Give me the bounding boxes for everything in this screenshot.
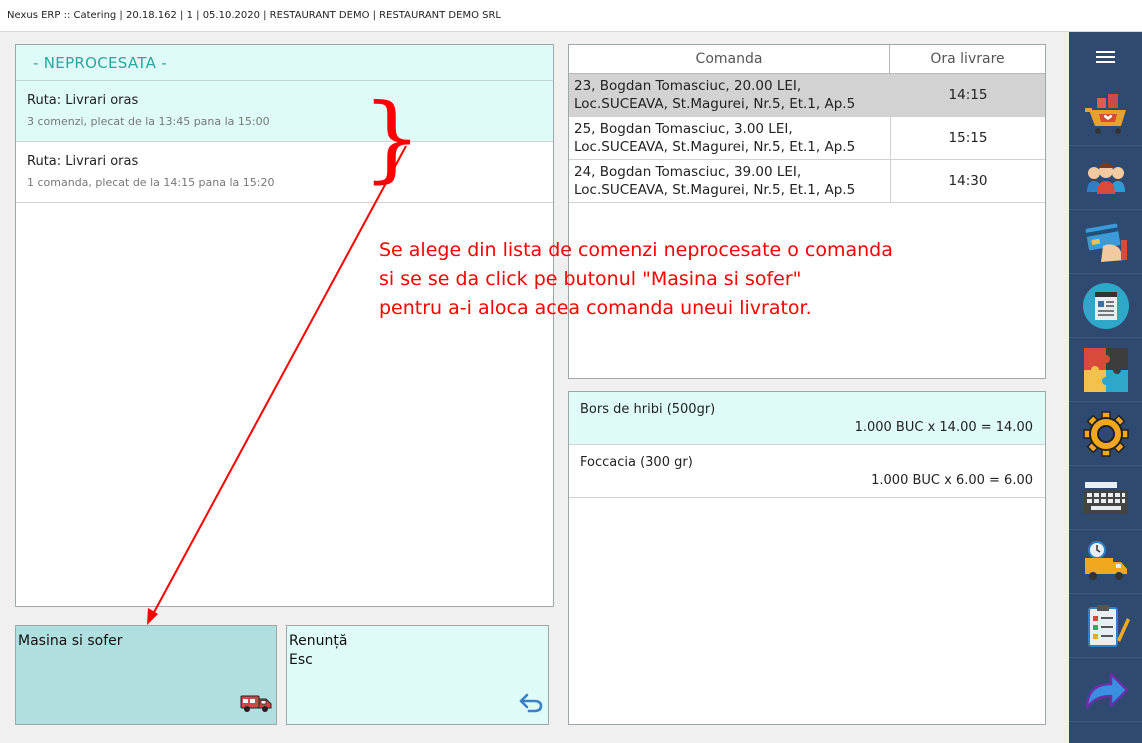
- delivery-time-cell: 14:30: [890, 160, 1045, 202]
- annotation-line: si se se da click pe butonul "Masina si …: [379, 268, 802, 290]
- window-titlebar: Nexus ERP :: Catering | 20.18.162 | 1 | …: [0, 0, 1142, 32]
- order-cell: 24, Bogdan Tomasciuc, 39.00 LEI, Loc.SUC…: [574, 163, 886, 199]
- renunta-shortcut-label: Esc: [289, 652, 313, 668]
- delivery-time-cell: 14:15: [890, 74, 1045, 116]
- masina-si-sofer-button[interactable]: Masina si sofer: [15, 625, 277, 725]
- order-line-2: Loc.SUCEAVA, St.Magurei, Nr.5, Et.1, Ap.…: [574, 139, 856, 155]
- keyboard-icon[interactable]: [1069, 466, 1142, 530]
- panel-header: - NEPROCESATA -: [16, 45, 553, 81]
- delivery-van-icon: [240, 692, 272, 718]
- share-arrow-icon[interactable]: [1069, 658, 1142, 722]
- order-cell: 25, Bogdan Tomasciuc, 3.00 LEI, Loc.SUCE…: [574, 120, 886, 156]
- route-title: Ruta: Livrari oras: [27, 154, 139, 169]
- receipt-icon[interactable]: [1069, 274, 1142, 338]
- column-header-comanda[interactable]: Comanda: [569, 45, 890, 74]
- order-line-1: 24, Bogdan Tomasciuc, 39.00 LEI,: [574, 164, 802, 180]
- route-subtitle: 3 comenzi, plecat de la 13:45 pana la 15…: [27, 115, 270, 128]
- checklist-icon[interactable]: [1069, 594, 1142, 658]
- orders-table-header: Comanda Ora livrare: [569, 45, 1045, 74]
- panel-header-label: - NEPROCESATA -: [33, 54, 167, 72]
- item-calculation: 1.000 BUC x 6.00 = 6.00: [871, 473, 1033, 488]
- menu-icon[interactable]: [1069, 32, 1142, 82]
- shopping-cart-icon[interactable]: [1069, 82, 1142, 146]
- gear-icon[interactable]: [1069, 402, 1142, 466]
- delivery-truck-icon[interactable]: [1069, 530, 1142, 594]
- delivery-time-cell: 15:15: [890, 117, 1045, 159]
- list-item[interactable]: Bors de hribi (500gr) 1.000 BUC x 14.00 …: [569, 392, 1045, 445]
- annotation-brace: }: [362, 84, 422, 193]
- annotation-line: pentru a-i aloca acea comanda uneui livr…: [379, 297, 812, 319]
- column-header-ora-livrare[interactable]: Ora livrare: [890, 45, 1045, 74]
- table-row[interactable]: 25, Bogdan Tomasciuc, 3.00 LEI, Loc.SUCE…: [569, 117, 1045, 160]
- puzzle-icon[interactable]: [1069, 338, 1142, 402]
- order-line-1: 25, Bogdan Tomasciuc, 3.00 LEI,: [574, 121, 793, 137]
- order-line-2: Loc.SUCEAVA, St.Magurei, Nr.5, Et.1, Ap.…: [574, 182, 856, 198]
- route-title: Ruta: Livrari oras: [27, 93, 139, 108]
- table-row[interactable]: 23, Bogdan Tomasciuc, 20.00 LEI, Loc.SUC…: [569, 74, 1045, 117]
- customers-icon[interactable]: [1069, 146, 1142, 210]
- unprocessed-routes-panel: - NEPROCESATA - Ruta: Livrari oras 3 com…: [15, 44, 554, 607]
- route-item[interactable]: Ruta: Livrari oras 3 comenzi, plecat de …: [16, 81, 553, 142]
- order-items-panel: Bors de hribi (500gr) 1.000 BUC x 14.00 …: [568, 391, 1046, 725]
- list-item[interactable]: Foccacia (300 gr) 1.000 BUC x 6.00 = 6.0…: [569, 445, 1045, 498]
- route-subtitle: 1 comanda, plecat de la 14:15 pana la 15…: [27, 176, 275, 189]
- annotation-line: Se alege din lista de comenzi neprocesat…: [379, 239, 893, 261]
- order-line-1: 23, Bogdan Tomasciuc, 20.00 LEI,: [574, 78, 802, 94]
- orders-table: Comanda Ora livrare 23, Bogdan Tomasciuc…: [568, 44, 1046, 379]
- table-row[interactable]: 24, Bogdan Tomasciuc, 39.00 LEI, Loc.SUC…: [569, 160, 1045, 203]
- undo-arrow-icon: [518, 692, 544, 718]
- renunta-button-label: Renunță: [289, 633, 348, 649]
- order-line-2: Loc.SUCEAVA, St.Magurei, Nr.5, Et.1, Ap.…: [574, 96, 856, 112]
- window-title: Nexus ERP :: Catering | 20.18.162 | 1 | …: [7, 10, 501, 21]
- order-cell: 23, Bogdan Tomasciuc, 20.00 LEI, Loc.SUC…: [574, 77, 886, 113]
- renunta-button[interactable]: Renunță Esc: [286, 625, 549, 725]
- masina-button-label: Masina si sofer: [18, 633, 123, 649]
- annotation-text: Se alege din lista de comenzi neprocesat…: [379, 236, 893, 323]
- payment-card-icon[interactable]: [1069, 210, 1142, 274]
- item-name: Bors de hribi (500gr): [580, 402, 716, 417]
- route-item[interactable]: Ruta: Livrari oras 1 comanda, plecat de …: [16, 142, 553, 203]
- item-name: Foccacia (300 gr): [580, 455, 693, 470]
- right-sidebar: [1069, 32, 1142, 743]
- item-calculation: 1.000 BUC x 14.00 = 14.00: [854, 420, 1033, 435]
